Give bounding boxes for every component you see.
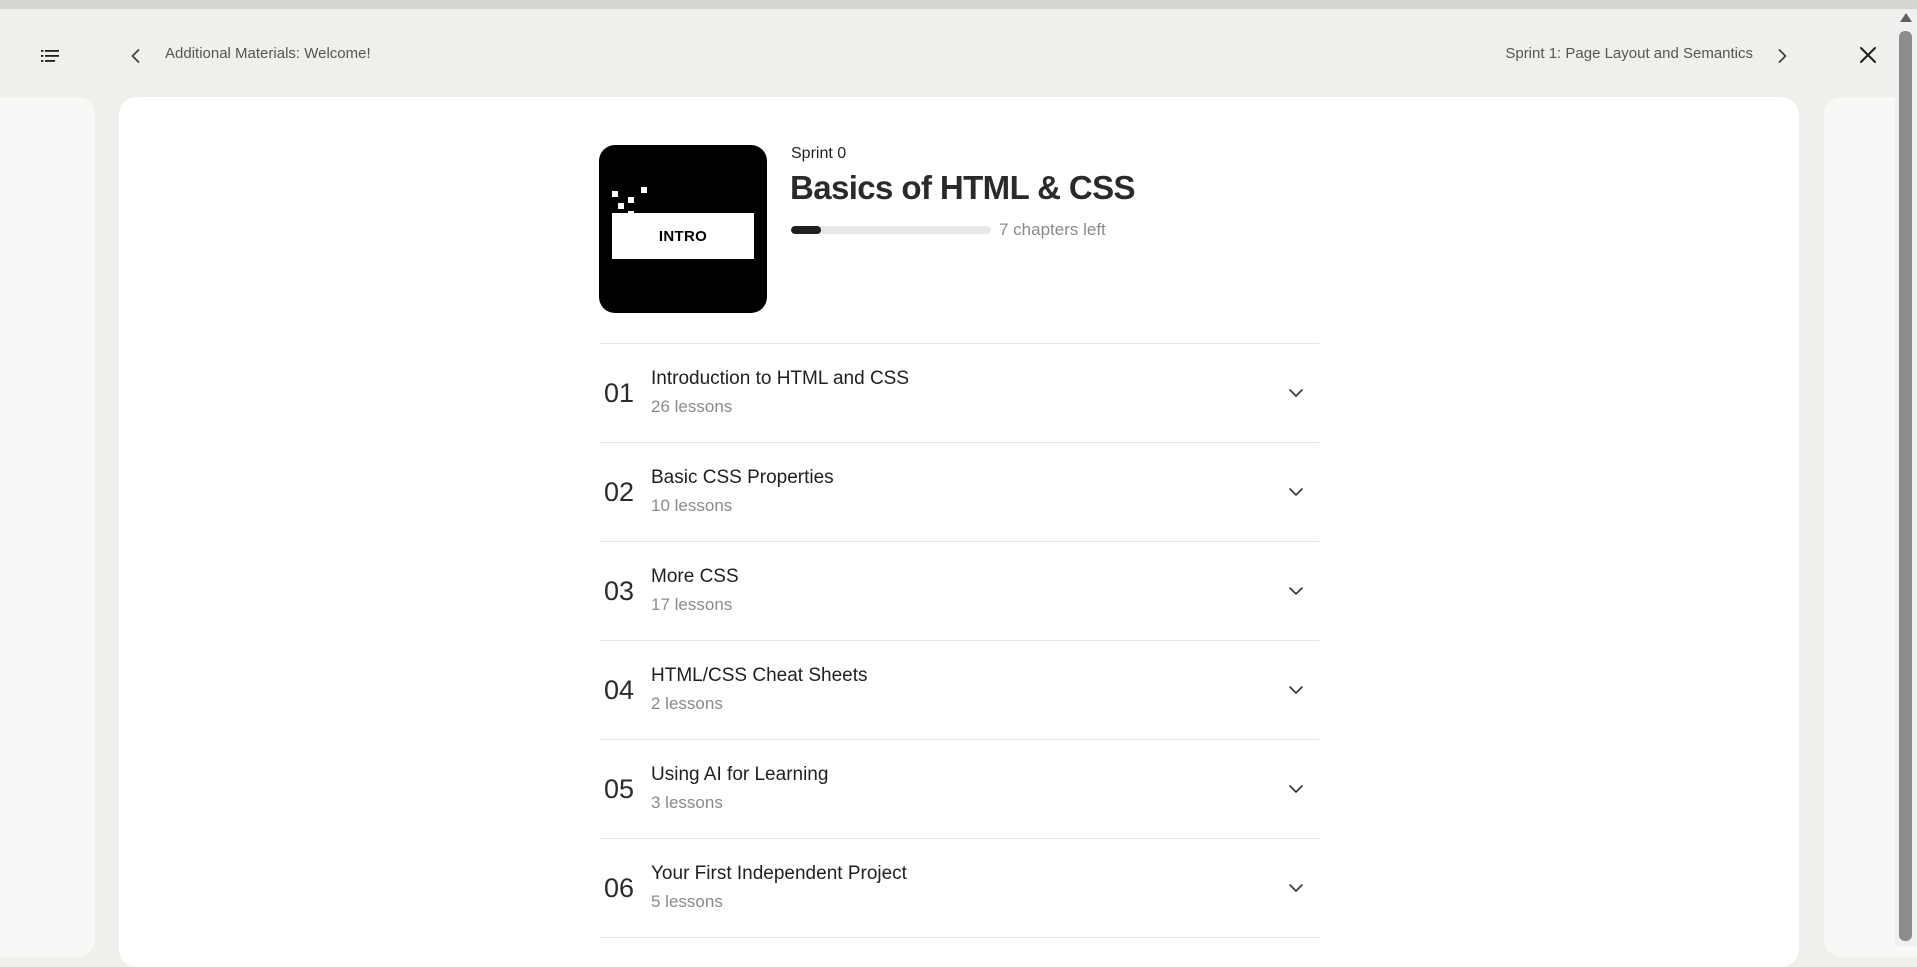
chevron-down-icon <box>1289 587 1303 595</box>
chapter-number: 05 <box>604 774 635 804</box>
chapter-lesson-count: 17 lessons <box>651 595 733 614</box>
chapter-item[interactable]: 04 HTML/CSS Cheat Sheets 2 lessons <box>599 641 1319 740</box>
expand-chapter-button[interactable] <box>1285 679 1307 701</box>
chevron-down-icon <box>1289 785 1303 793</box>
scrollbar-thumb[interactable] <box>1899 31 1912 941</box>
expand-chapter-button[interactable] <box>1285 580 1307 602</box>
chapter-item[interactable]: 03 More CSS 17 lessons <box>599 542 1319 641</box>
chapter-lesson-count: 3 lessons <box>651 793 723 812</box>
chapter-number: 03 <box>604 576 635 606</box>
chapter-item[interactable]: 06 Your First Independent Project 5 less… <box>599 839 1319 938</box>
chapter-number: 04 <box>604 675 635 705</box>
chevron-down-icon <box>1289 488 1303 496</box>
chapter-lesson-count: 5 lessons <box>651 892 723 911</box>
chapter-title: HTML/CSS Cheat Sheets <box>651 665 868 686</box>
course-card: INTRO Sprint 0 Basics of HTML & CSS 7 ch… <box>119 97 1799 967</box>
chapter-lesson-count: 2 lessons <box>651 694 723 713</box>
previous-card-peek[interactable] <box>0 97 95 957</box>
progress-bar-fill <box>791 226 821 234</box>
progress-text: 7 chapters left <box>999 220 1106 239</box>
chapter-number: 06 <box>604 873 635 903</box>
chapter-title: More CSS <box>651 566 739 587</box>
course-cover-image: INTRO <box>599 145 767 313</box>
sprint-label: Sprint 0 <box>791 145 847 162</box>
list-icon <box>41 50 59 62</box>
vertical-scrollbar[interactable] <box>1895 9 1917 946</box>
close-icon <box>1860 47 1876 63</box>
window-top-edge <box>0 0 1917 9</box>
cover-pixel <box>612 191 618 197</box>
expand-chapter-button[interactable] <box>1285 382 1307 404</box>
expand-chapter-button[interactable] <box>1285 778 1307 800</box>
cover-label: INTRO <box>612 213 754 259</box>
chapter-item[interactable]: 01 Introduction to HTML and CSS 26 lesso… <box>599 344 1319 443</box>
chapter-title: Introduction to HTML and CSS <box>651 368 910 389</box>
chevron-left-icon <box>131 49 140 63</box>
chapter-title: Your First Independent Project <box>651 863 907 884</box>
top-navigation-bar: Additional Materials: Welcome! Sprint 1:… <box>0 9 1895 97</box>
chapter-item[interactable]: 02 Basic CSS Properties 10 lessons <box>599 443 1319 542</box>
chapter-number: 01 <box>604 378 635 408</box>
previous-section-link[interactable]: Additional Materials: Welcome! <box>165 45 371 62</box>
cover-pixel <box>618 203 624 209</box>
chapter-lesson-count: 10 lessons <box>651 496 733 515</box>
chevron-right-icon <box>1778 49 1787 63</box>
chapter-list: 01 Introduction to HTML and CSS 26 lesso… <box>599 343 1319 938</box>
previous-button[interactable] <box>122 42 150 70</box>
chapter-title: Basic CSS Properties <box>651 467 834 488</box>
next-button[interactable] <box>1768 42 1796 70</box>
close-button[interactable] <box>1853 40 1883 70</box>
chapter-item[interactable]: 05 Using AI for Learning 3 lessons <box>599 740 1319 839</box>
cover-pixel <box>628 197 634 203</box>
chevron-down-icon <box>1289 686 1303 694</box>
chapter-lesson-count: 26 lessons <box>651 397 733 416</box>
expand-chapter-button[interactable] <box>1285 877 1307 899</box>
expand-chapter-button[interactable] <box>1285 481 1307 503</box>
chapter-title: Using AI for Learning <box>651 764 829 785</box>
progress-bar <box>791 226 991 234</box>
course-title: Basics of HTML & CSS <box>790 169 1136 206</box>
menu-button[interactable] <box>36 42 64 70</box>
chapter-number: 02 <box>604 477 635 507</box>
chevron-down-icon <box>1289 884 1303 892</box>
next-section-link[interactable]: Sprint 1: Page Layout and Semantics <box>1505 45 1753 62</box>
chevron-down-icon <box>1289 389 1303 397</box>
scroll-up-arrow-icon[interactable] <box>1900 13 1912 22</box>
cover-pixel <box>641 187 647 193</box>
